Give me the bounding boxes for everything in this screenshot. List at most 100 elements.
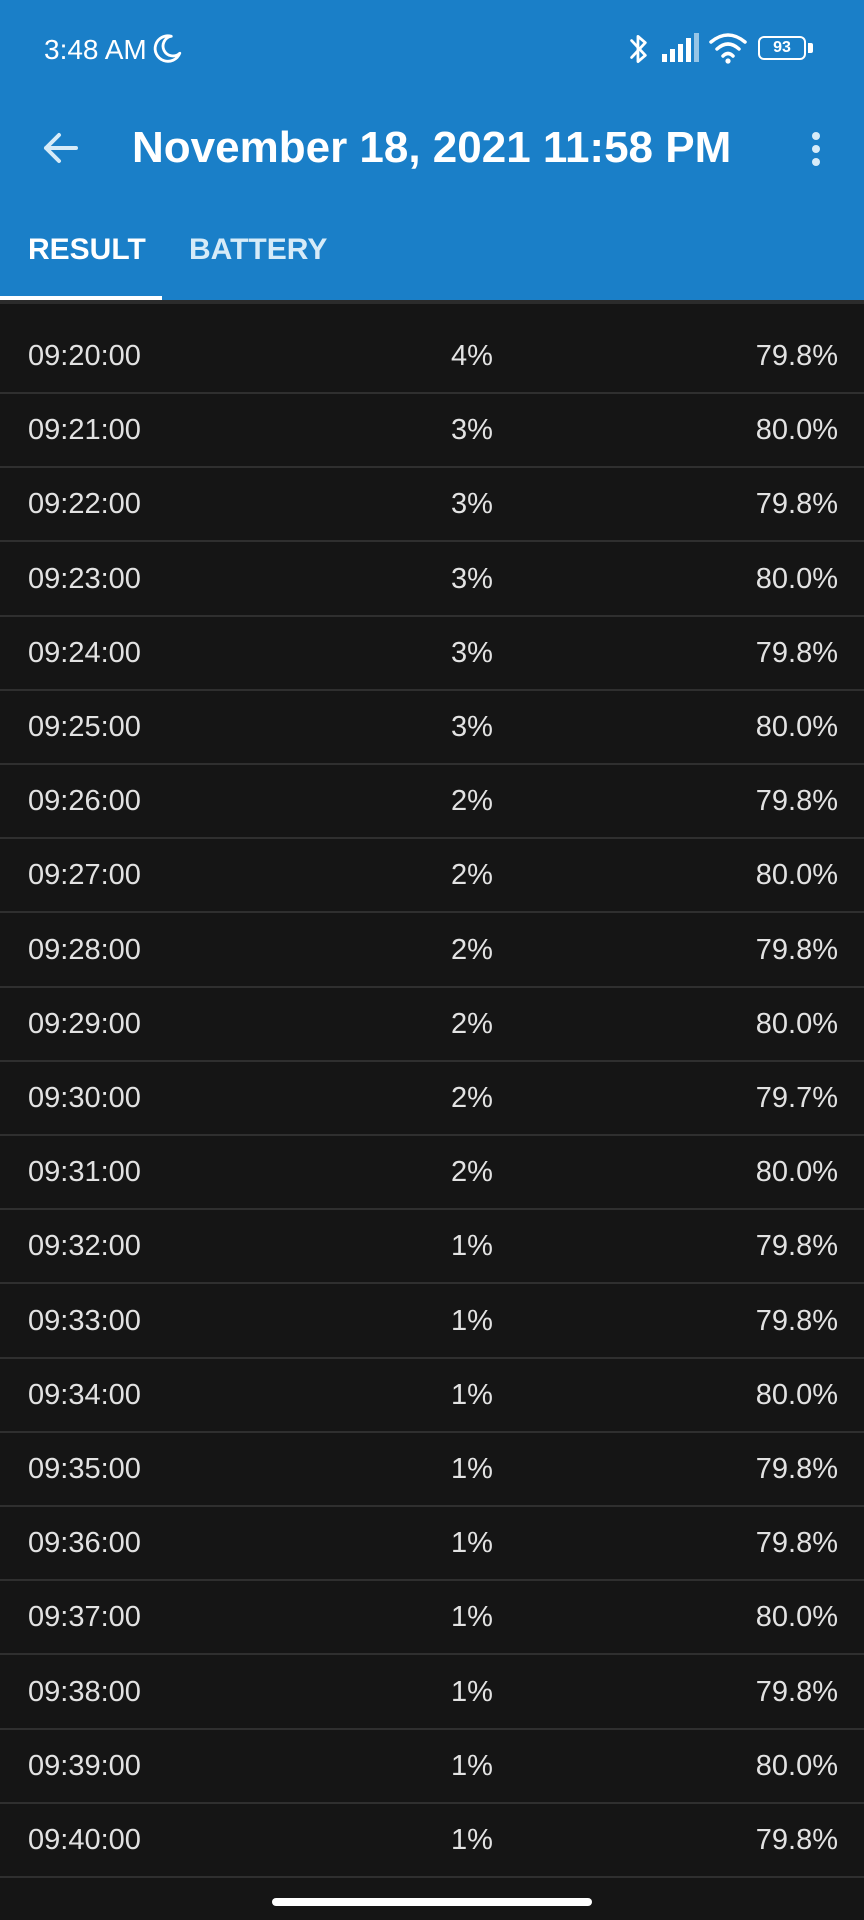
row-time: 09:33:00 (28, 1304, 141, 1337)
row-level: 2% (451, 1007, 493, 1040)
table-row: 09:25:00 3% 80.0% (0, 691, 864, 765)
table-row: 09:31:00 2% 80.0% (0, 1136, 864, 1211)
table-row: 09:21:00 3% 80.0% (0, 394, 864, 469)
row-level: 1% (451, 1304, 493, 1337)
row-time: 09:29:00 (28, 1007, 141, 1040)
wifi-icon (708, 30, 748, 66)
more-options-button[interactable] (796, 116, 836, 180)
table-row: 09:28:00 2% 79.8% (0, 914, 864, 988)
row-percentage: 80.0% (755, 562, 838, 595)
row-time: 09:37:00 (28, 1601, 141, 1634)
battery-level: 93 (773, 39, 791, 56)
table-row: 09:22:00 3% 79.8% (0, 468, 864, 543)
row-level: 1% (451, 1527, 493, 1560)
row-level: 4% (451, 340, 493, 372)
moon-icon (150, 32, 184, 66)
table-row: 09:30:00 2% 79.7% (0, 1062, 864, 1136)
row-percentage: 79.8% (755, 1230, 838, 1263)
table-row: 09:37:00 1% 80.0% (0, 1581, 864, 1656)
row-percentage: 80.0% (755, 414, 838, 447)
row-time: 09:38:00 (28, 1675, 141, 1708)
row-time: 09:31:00 (28, 1156, 141, 1189)
row-percentage: 80.0% (755, 1601, 838, 1634)
arrow-left-icon (44, 133, 78, 163)
row-time: 09:32:00 (28, 1230, 141, 1263)
row-time: 09:34:00 (28, 1378, 141, 1411)
row-time: 09:28:00 (28, 933, 141, 966)
table-row: 09:33:00 1% 79.8% (0, 1285, 864, 1359)
row-time: 09:39:00 (28, 1749, 141, 1782)
row-level: 2% (451, 859, 493, 892)
table-row: 09:20:00 4% 79.8% (0, 320, 864, 394)
row-percentage: 79.8% (755, 1527, 838, 1560)
row-percentage: 79.8% (755, 488, 838, 521)
row-level: 3% (451, 488, 493, 521)
back-button[interactable] (30, 116, 94, 180)
row-level: 1% (451, 1675, 493, 1708)
row-time: 09:25:00 (28, 711, 141, 743)
row-time: 09:36:00 (28, 1527, 141, 1560)
row-percentage: 79.8% (755, 785, 838, 818)
row-percentage: 80.0% (755, 1156, 838, 1189)
table-row: 09:34:00 1% 80.0% (0, 1359, 864, 1433)
row-time: 09:24:00 (28, 636, 141, 669)
table-row: 09:38:00 1% 79.8% (0, 1656, 864, 1730)
table-row: 09:40:00 1% 79.8% (0, 1804, 864, 1878)
status-time: 3:48 AM (44, 34, 147, 65)
row-percentage: 79.8% (755, 636, 838, 669)
table-row: 09:23:00 3% 80.0% (0, 543, 864, 617)
row-percentage: 80.0% (755, 1378, 838, 1411)
table-row: 09:35:00 1% 79.8% (0, 1433, 864, 1507)
row-percentage: 80.0% (755, 1007, 838, 1040)
row-level: 1% (451, 1378, 493, 1411)
row-time: 09:22:00 (28, 488, 141, 521)
row-level: 1% (451, 1749, 493, 1782)
row-time: 09:21:00 (28, 414, 141, 447)
row-percentage: 80.0% (755, 859, 838, 892)
navigation-handle[interactable] (272, 1898, 592, 1906)
status-bar: 3:48 AM 93 (0, 0, 864, 100)
row-time: 09:20:00 (28, 340, 141, 372)
row-level: 3% (451, 562, 493, 595)
table-row: 09:36:00 1% 79.8% (0, 1507, 864, 1582)
row-level: 2% (451, 1156, 493, 1189)
app-screen: 3:48 AM 93 November 18, 2021 11:58 PM RE… (0, 0, 864, 1920)
row-level: 2% (451, 933, 493, 966)
battery-tip (808, 43, 813, 53)
row-level: 1% (451, 1601, 493, 1634)
row-percentage: 79.8% (755, 340, 838, 372)
table-row: 09:27:00 2% 80.0% (0, 839, 864, 914)
row-time: 09:30:00 (28, 1082, 141, 1114)
row-percentage: 79.8% (755, 1453, 838, 1485)
tab-bar: RESULT BATTERY (0, 212, 864, 300)
row-level: 2% (451, 785, 493, 818)
row-time: 09:35:00 (28, 1453, 141, 1485)
row-percentage: 79.8% (755, 1304, 838, 1337)
row-percentage: 79.8% (755, 1675, 838, 1708)
toolbar: November 18, 2021 11:58 PM (0, 100, 864, 210)
row-time: 09:26:00 (28, 785, 141, 818)
signal-icon (660, 32, 702, 64)
result-table[interactable]: 09:20:00 4% 79.8% 09:21:00 3% 80.0% 09:22:00 3%… (0, 300, 864, 1894)
row-percentage: 79.7% (755, 1082, 838, 1114)
tab-battery[interactable]: BATTERY (189, 230, 327, 300)
row-level: 1% (451, 1230, 493, 1263)
table-row: 09:26:00 2% 79.8% (0, 765, 864, 840)
page-title: November 18, 2021 11:58 PM (132, 123, 732, 172)
row-level: 1% (451, 1453, 493, 1485)
bluetooth-icon (626, 30, 652, 68)
row-percentage: 79.8% (755, 1824, 838, 1856)
app-header: 3:48 AM 93 November 18, 2021 11:58 PM RE… (0, 0, 864, 300)
table-row: 09:32:00 1% 79.8% (0, 1210, 864, 1285)
row-time: 09:23:00 (28, 562, 141, 595)
tab-result[interactable]: RESULT (28, 230, 146, 300)
row-time: 09:27:00 (28, 859, 141, 892)
battery-icon: 93 (758, 36, 814, 62)
row-percentage: 80.0% (755, 711, 838, 743)
table-row: 09:24:00 3% 79.8% (0, 617, 864, 691)
row-level: 1% (451, 1824, 493, 1856)
row-percentage: 79.8% (755, 933, 838, 966)
table-row: 09:29:00 2% 80.0% (0, 988, 864, 1062)
table-row: 09:39:00 1% 80.0% (0, 1730, 864, 1804)
row-level: 3% (451, 636, 493, 669)
